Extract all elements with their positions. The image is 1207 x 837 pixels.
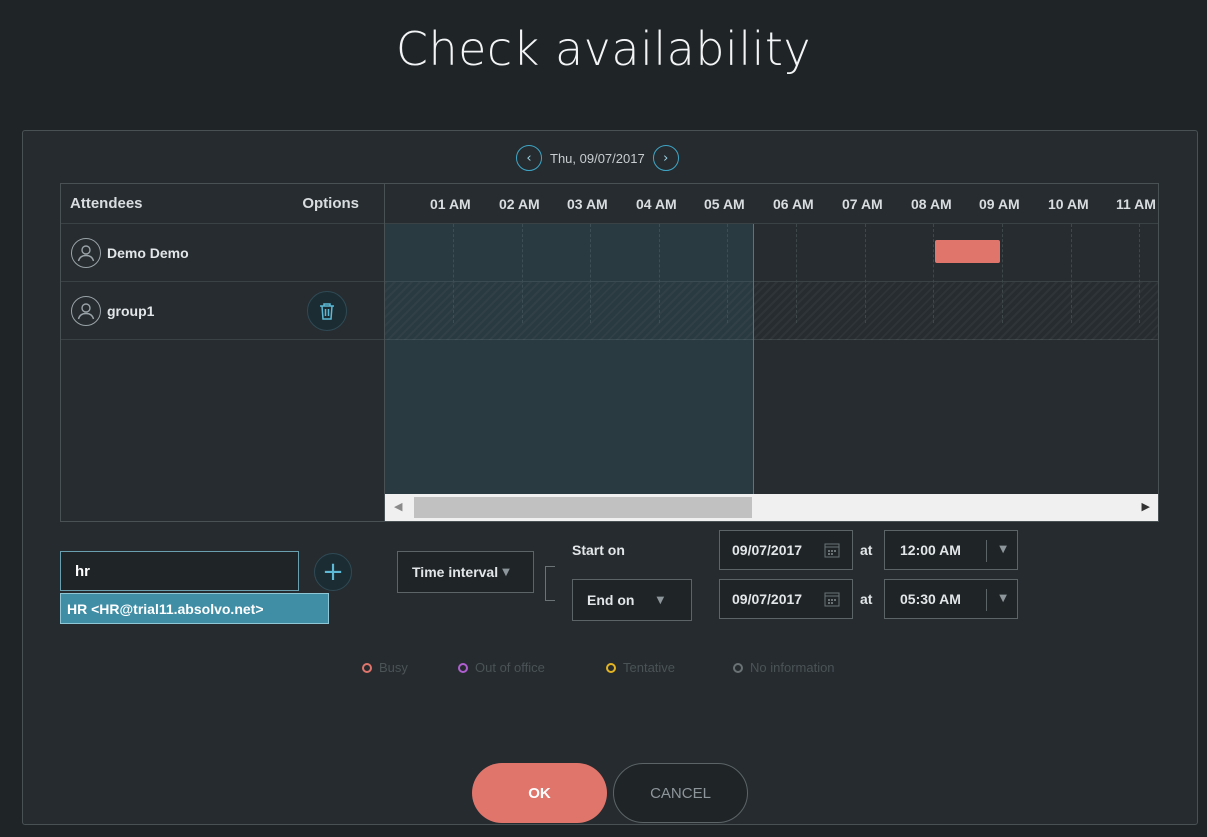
- availability-legend: Busy Out of office Tentative No informat…: [0, 660, 1207, 678]
- calendar-icon[interactable]: [824, 542, 840, 561]
- attendee-name: Demo Demo: [107, 244, 189, 261]
- calendar-icon[interactable]: [824, 591, 840, 610]
- date-navigator: ‹ Thu, 09/07/2017 ›: [516, 143, 679, 173]
- availability-timeline[interactable]: 01 AM 02 AM 03 AM 04 AM 05 AM 06 AM 07 A…: [385, 183, 1159, 522]
- range-bracket: [545, 566, 555, 601]
- attendee-row[interactable]: group1: [61, 282, 384, 340]
- hour-label: 04 AM: [636, 196, 677, 212]
- legend-label: Busy: [379, 660, 408, 675]
- legend-item-tentative: Tentative: [606, 660, 675, 675]
- start-date-value: 09/07/2017: [732, 542, 803, 558]
- status-dot-icon: [606, 662, 616, 673]
- hour-label: 07 AM: [842, 196, 883, 212]
- end-time-value: 05:30 AM: [900, 591, 961, 607]
- legend-label: No information: [750, 660, 835, 675]
- caret-down-icon[interactable]: ▼: [999, 544, 1007, 555]
- attendee-suggestion[interactable]: HR <HR@trial11.absolvo.net>: [60, 593, 329, 624]
- ok-button[interactable]: OK: [472, 763, 607, 823]
- grid-line: [1002, 224, 1003, 323]
- end-on-label: End on: [587, 592, 635, 608]
- chevron-right-icon[interactable]: ›: [652, 145, 679, 171]
- grid-line: [865, 224, 866, 323]
- caret-down-icon[interactable]: ▼: [999, 593, 1007, 604]
- attendees-header: Attendees Options: [61, 184, 384, 224]
- attendee-search-input[interactable]: [60, 551, 299, 591]
- grid-line: [1139, 224, 1140, 323]
- options-column-label: Options: [302, 195, 359, 212]
- legend-label: Out of office: [475, 660, 545, 675]
- grid-line: [1071, 224, 1072, 323]
- scroll-right-icon[interactable]: ▶: [1142, 500, 1150, 513]
- chevron-left-icon[interactable]: ‹: [516, 145, 542, 171]
- end-time-field[interactable]: 05:30 AM ▼: [884, 579, 1018, 619]
- trash-icon[interactable]: [307, 291, 347, 331]
- status-dot-icon: [733, 662, 743, 673]
- busy-block: [935, 240, 1000, 263]
- hour-label: 02 AM: [499, 196, 540, 212]
- dialog-title: Check availability: [395, 22, 812, 76]
- legend-item-out-of-office: Out of office: [458, 660, 545, 675]
- timeline-header: 01 AM 02 AM 03 AM 04 AM 05 AM 06 AM 07 A…: [385, 184, 1158, 224]
- hour-label: 08 AM: [911, 196, 952, 212]
- end-on-select[interactable]: End on ▼: [572, 579, 692, 621]
- time-interval-label: Time interval: [412, 564, 499, 580]
- hour-label: 11 AM: [1116, 196, 1156, 212]
- legend-item-no-information: No information: [733, 660, 835, 675]
- cancel-button[interactable]: CANCEL: [613, 763, 748, 823]
- grid-line: [933, 224, 934, 323]
- start-time-value: 12:00 AM: [900, 542, 961, 558]
- hour-label: 09 AM: [979, 196, 1020, 212]
- attendees-column-label: Attendees: [70, 195, 143, 212]
- scroll-left-icon[interactable]: ◀: [394, 500, 402, 513]
- caret-down-icon: ▼: [502, 566, 510, 578]
- user-icon: [71, 237, 101, 268]
- time-interval-select[interactable]: Time interval ▼: [397, 551, 534, 593]
- start-time-field[interactable]: 12:00 AM ▼: [884, 530, 1018, 570]
- end-date-field[interactable]: 09/07/2017: [719, 579, 853, 619]
- legend-item-busy: Busy: [362, 660, 408, 675]
- hour-label: 03 AM: [567, 196, 608, 212]
- caret-down-icon: ▼: [656, 594, 665, 606]
- plus-icon[interactable]: +: [314, 553, 352, 591]
- selected-time-range[interactable]: [385, 224, 754, 496]
- end-date-value: 09/07/2017: [732, 591, 803, 607]
- hour-label: 01 AM: [430, 196, 471, 212]
- start-on-label: Start on: [572, 542, 625, 558]
- user-icon: [71, 295, 101, 326]
- status-dot-icon: [458, 662, 468, 673]
- at-label: at: [860, 542, 873, 558]
- attendee-name: group1: [107, 302, 155, 319]
- attendee-row[interactable]: Demo Demo: [61, 224, 384, 282]
- at-label: at: [860, 591, 873, 607]
- attendees-panel: Attendees Options Demo Demo group1: [60, 183, 385, 522]
- timeline-scrollbar[interactable]: ◀ ▶: [385, 494, 1158, 521]
- divider: [986, 540, 987, 562]
- hour-label: 10 AM: [1048, 196, 1089, 212]
- current-date-label: Thu, 09/07/2017: [550, 150, 645, 166]
- start-date-field[interactable]: 09/07/2017: [719, 530, 853, 570]
- status-dot-icon: [362, 662, 372, 673]
- hour-label: 05 AM: [704, 196, 745, 212]
- grid-line: [796, 224, 797, 323]
- hour-label: 06 AM: [773, 196, 814, 212]
- divider: [986, 589, 987, 611]
- legend-label: Tentative: [623, 660, 676, 675]
- scrollbar-thumb[interactable]: [414, 497, 752, 518]
